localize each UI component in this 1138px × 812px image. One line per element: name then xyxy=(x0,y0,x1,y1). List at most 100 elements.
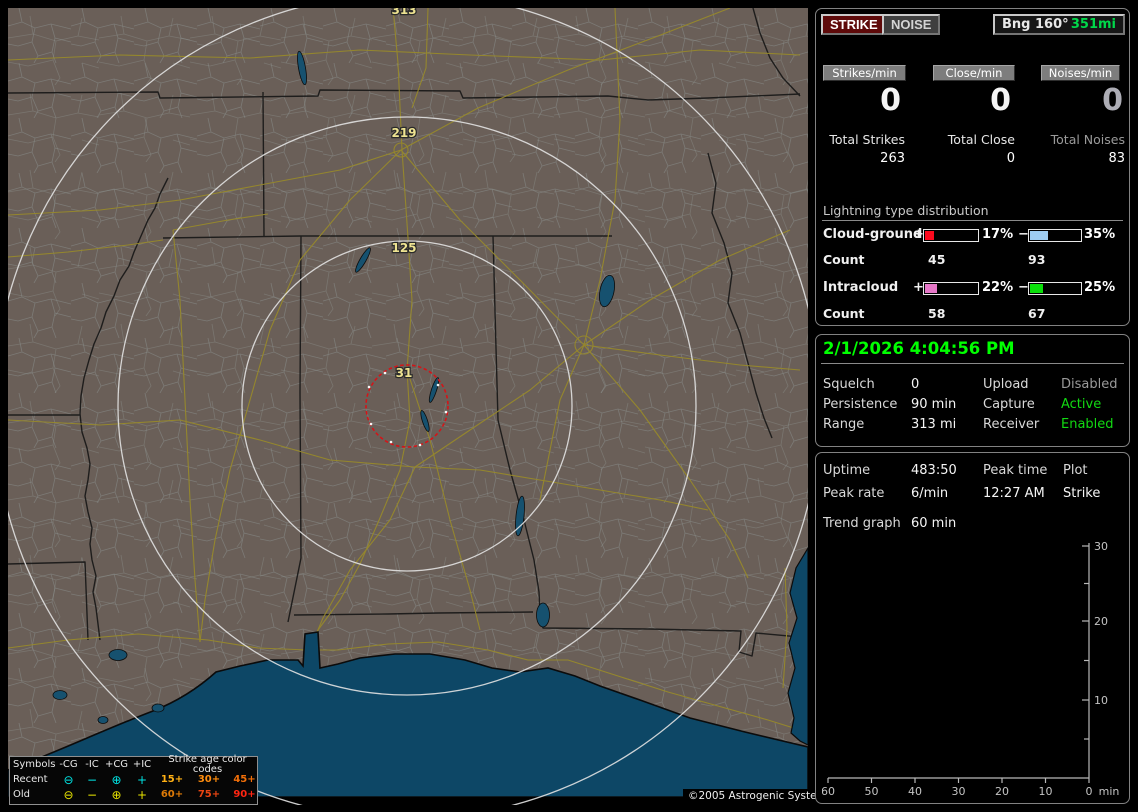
ring-label-313: 313 xyxy=(391,8,416,17)
ring-label-125: 125 xyxy=(391,241,416,255)
strikes-per-min-value: 0 xyxy=(880,83,901,118)
ic-neg-bar xyxy=(1028,282,1082,295)
uptime-label: Uptime xyxy=(823,463,871,478)
old-neg-ic-icon: − xyxy=(86,787,98,802)
app-window: { "map": { "ring_labels": ["313","219","… xyxy=(0,0,1138,812)
legend-old-label: Old xyxy=(13,788,30,800)
map-canvas[interactable]: 313 219 125 31 Symbols -CG -IC +CG +IC S… xyxy=(8,8,838,805)
bearing-distance: 351mi xyxy=(1070,17,1116,32)
legend-symbols-header: Symbols xyxy=(13,758,56,770)
cg-neg-bar xyxy=(1028,229,1082,242)
strikes-per-min-button[interactable]: Strikes/min xyxy=(823,65,906,81)
peak-rate-label: Peak rate xyxy=(823,486,885,501)
legend-header-pos-cg: +CG xyxy=(104,758,129,770)
cg-count-label: Count xyxy=(823,252,865,267)
y-tick-30: 30 xyxy=(1094,540,1108,553)
upload-status: Disabled xyxy=(1061,377,1118,392)
x-tick-50: 50 xyxy=(865,785,879,798)
range-value: 313 mi xyxy=(911,417,957,432)
x-tick-20: 20 xyxy=(995,785,1009,798)
plot-mode-value: Strike xyxy=(1063,486,1101,501)
cg-pos-count: 45 xyxy=(928,252,946,267)
bearing-label: Bng 160° xyxy=(1002,17,1069,32)
legend-header-neg-cg: -CG xyxy=(59,758,78,770)
close-per-min-button[interactable]: Close/min xyxy=(933,65,1015,81)
total-noises-label: Total Noises xyxy=(1050,132,1125,147)
total-strikes-label: Total Strikes xyxy=(829,132,905,147)
cg-pos-bar xyxy=(923,229,979,242)
y-tick-20: 20 xyxy=(1094,615,1108,628)
trend-graph-period: 60 min xyxy=(911,516,957,531)
x-tick-10: 10 xyxy=(1039,785,1053,798)
squelch-label: Squelch xyxy=(823,377,875,392)
legend-header-neg-ic: -IC xyxy=(85,758,99,770)
status-panel: 2/1/2026 4:04:56 PM Squelch 0 Upload Dis… xyxy=(815,334,1130,447)
chart-axes xyxy=(827,543,1090,783)
legend-age-header: Strike age color codes xyxy=(168,753,247,775)
distribution-divider xyxy=(822,220,1123,221)
squelch-value: 0 xyxy=(911,377,920,392)
receiver-status: Enabled xyxy=(1061,417,1114,432)
persistence-value: 90 min xyxy=(911,397,957,412)
intracloud-label: Intracloud xyxy=(823,280,899,295)
bearing-display: Bng 160° 351mi xyxy=(993,14,1125,35)
peak-rate-value: 6/min xyxy=(911,486,949,501)
age-45: 45+ xyxy=(233,773,256,785)
cg-neg-percent: 35% xyxy=(1084,227,1116,242)
legend-recent-label: Recent xyxy=(13,773,48,785)
noise-mode-button[interactable]: NOISE xyxy=(882,14,941,35)
ic-pos-count: 58 xyxy=(928,306,946,321)
old-pos-ic-icon: + xyxy=(136,787,148,802)
upload-label: Upload xyxy=(983,377,1029,392)
chart-tick-labels: 30 20 10 60 50 40 30 20 10 0 min xyxy=(822,540,1119,798)
noises-per-min-value: 0 xyxy=(1102,83,1123,118)
y-tick-10: 10 xyxy=(1094,694,1108,707)
ic-count-label: Count xyxy=(823,306,865,321)
old-pos-cg-icon: ⊕ xyxy=(111,787,122,802)
trend-graph-label: Trend graph xyxy=(823,516,901,531)
recent-pos-ic-icon: + xyxy=(136,772,148,787)
total-noises-value: 83 xyxy=(1108,151,1125,166)
x-axis-unit: min xyxy=(1099,785,1120,798)
old-neg-cg-icon: ⊖ xyxy=(63,787,74,802)
map-graphic: 313 219 125 31 xyxy=(8,8,808,805)
datetime-display: 2/1/2026 4:04:56 PM xyxy=(823,339,1015,358)
receiver-label: Receiver xyxy=(983,417,1040,432)
ring-label-219: 219 xyxy=(391,126,416,140)
age-90: 90+ xyxy=(233,788,256,800)
uptime-value: 483:50 xyxy=(911,463,957,478)
x-tick-30: 30 xyxy=(952,785,966,798)
recent-neg-cg-icon: ⊖ xyxy=(63,772,74,787)
close-per-min-value: 0 xyxy=(990,83,1011,118)
cg-pos-percent: 17% xyxy=(982,227,1014,242)
ic-pos-bar xyxy=(923,282,979,295)
distribution-title: Lightning type distribution xyxy=(823,203,989,218)
plot-label: Plot xyxy=(1063,463,1088,478)
age-30: 30+ xyxy=(197,773,221,785)
ic-pos-percent: 22% xyxy=(982,280,1014,295)
recent-pos-cg-icon: ⊕ xyxy=(111,772,122,787)
peak-time-label: Peak time xyxy=(983,463,1048,478)
ring-label-31: 31 xyxy=(396,366,413,380)
age-60: 60+ xyxy=(160,788,184,800)
x-tick-0: 0 xyxy=(1086,785,1093,798)
ic-neg-percent: 25% xyxy=(1084,280,1116,295)
age-75: 75+ xyxy=(197,788,221,800)
noises-per-min-button[interactable]: Noises/min xyxy=(1041,65,1120,81)
capture-status: Active xyxy=(1061,397,1102,412)
recent-neg-ic-icon: − xyxy=(86,772,98,787)
trend-panel: Uptime 483:50 Peak time Plot Peak rate 6… xyxy=(815,452,1130,804)
x-tick-40: 40 xyxy=(908,785,922,798)
trend-chart: 30 20 10 60 50 40 30 20 10 0 min xyxy=(822,540,1119,798)
cloud-ground-label: Cloud-ground xyxy=(823,227,923,242)
total-close-value: 0 xyxy=(1006,151,1015,166)
capture-label: Capture xyxy=(983,397,1035,412)
range-label: Range xyxy=(823,417,865,432)
legend-header-pos-ic: +IC xyxy=(132,758,152,770)
age-15: 15+ xyxy=(160,773,184,785)
strike-mode-button[interactable]: STRIKE xyxy=(821,14,887,35)
datetime-divider xyxy=(821,363,1124,364)
total-strikes-value: 263 xyxy=(880,151,905,166)
cg-neg-count: 93 xyxy=(1028,252,1046,267)
symbol-legend: Symbols -CG -IC +CG +IC Strike age color… xyxy=(9,753,258,805)
